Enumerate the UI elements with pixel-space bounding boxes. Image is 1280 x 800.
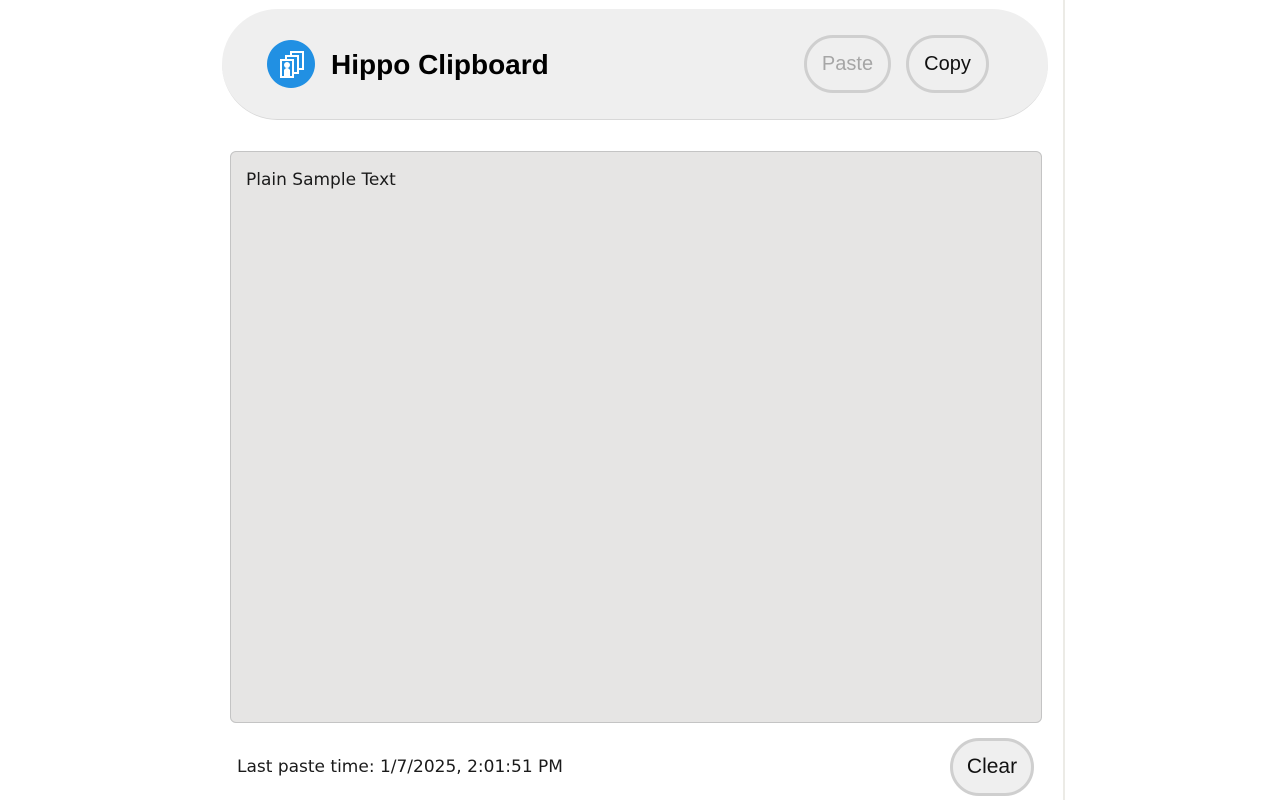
window-divider xyxy=(1063,0,1065,800)
paste-button[interactable]: Paste xyxy=(804,35,891,93)
app-title: Hippo Clipboard xyxy=(331,49,549,80)
last-paste-time: Last paste time: 1/7/2025, 2:01:51 PM xyxy=(237,757,563,777)
clear-button[interactable]: Clear xyxy=(950,738,1034,796)
copy-button[interactable]: Copy xyxy=(906,35,989,93)
clipboard-text-area[interactable]: Plain Sample Text xyxy=(230,151,1042,723)
app-header: Hippo Clipboard Paste Copy xyxy=(222,9,1048,120)
app-logo-icon xyxy=(267,40,315,88)
